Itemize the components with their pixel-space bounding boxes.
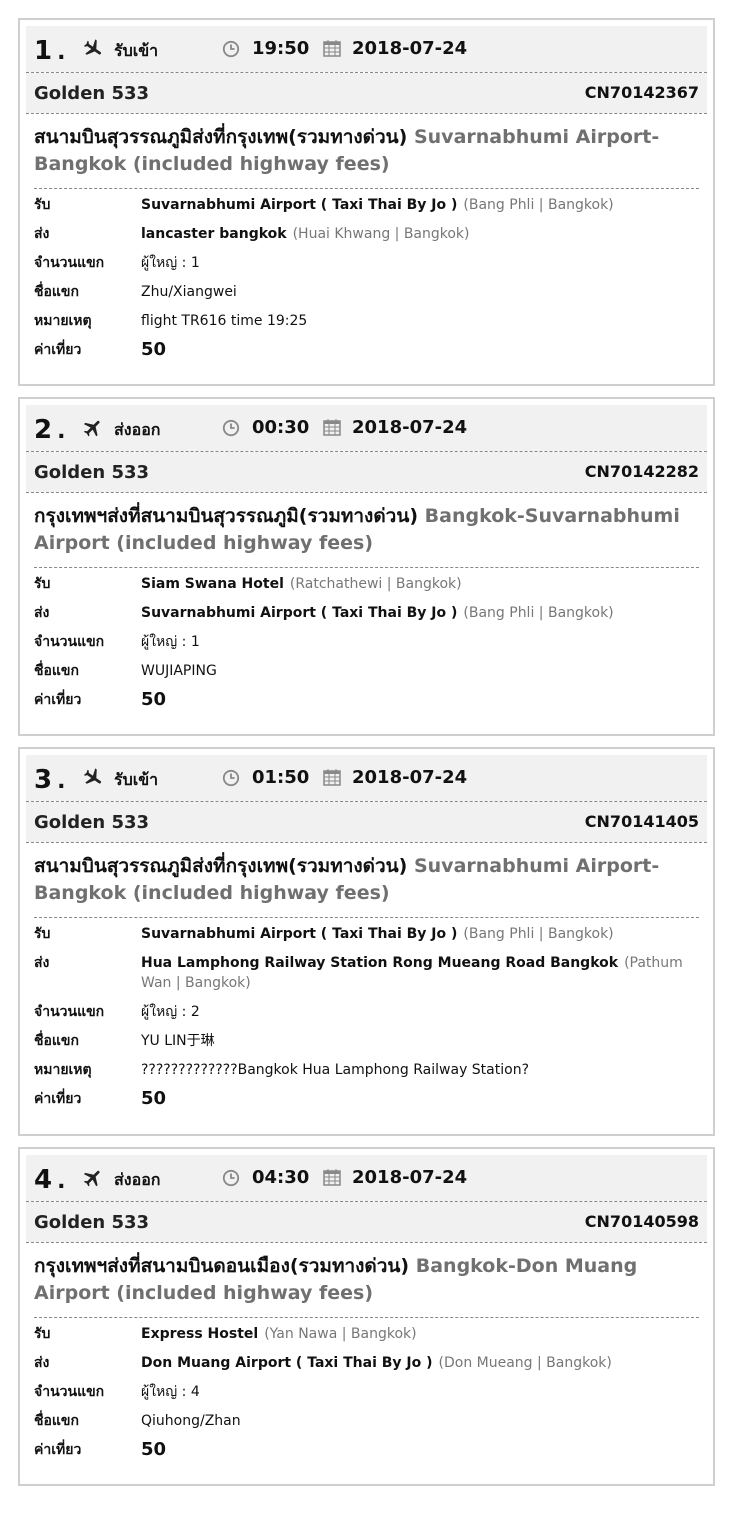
divider xyxy=(26,113,707,114)
calendar-icon xyxy=(323,769,341,786)
pickup-date: 2018-07-24 xyxy=(352,417,468,438)
pickup-row: รับ Siam Swana Hotel (Ratchathewi | Bangko… xyxy=(34,576,462,592)
booking-card: 1. รับเข้า 19:50 2018-07-24 Golden 533 C… xyxy=(18,18,715,386)
booking-details: รับ Siam Swana Hotel (Ratchathewi | Bangko… xyxy=(34,574,699,710)
route-title: กรุงเทพฯส่งที่สนามบินสุวรรณภูมิ(รวมทางด่… xyxy=(34,505,680,554)
divider xyxy=(26,1242,707,1243)
note-row: หมายเหตุ flight TR616 time 19:25 xyxy=(34,313,308,329)
booking-details: รับ Suvarnabhumi Airport ( Taxi Thai By J… xyxy=(34,195,699,360)
divider xyxy=(34,917,699,918)
note-row: หมายเหตุ ?????????????Bangkok Hua Lamphon… xyxy=(34,1062,530,1078)
passengers-row: จำนวนแขก ผู้ใหญ่ : 1 xyxy=(34,634,200,650)
calendar-icon xyxy=(323,40,341,57)
driver-name: Golden 533 xyxy=(34,812,150,833)
clock-icon xyxy=(222,419,240,437)
plane-icon xyxy=(83,768,101,784)
pickup-row: รับ Suvarnabhumi Airport ( Taxi Thai By J… xyxy=(34,197,614,213)
route-title: สนามบินสุวรรณภูมิส่งที่กรุงเทพ(รวมทางด่ว… xyxy=(34,126,660,175)
booking-header: 4. ส่งออก 04:30 2018-07-24 xyxy=(26,1155,707,1201)
driver-name: Golden 533 xyxy=(34,83,150,104)
fare-row: ค่าเที่ยว 50 xyxy=(34,689,167,710)
fare-row: ค่าเที่ยว 50 xyxy=(34,1088,167,1109)
plane-icon xyxy=(83,1170,100,1187)
divider xyxy=(26,492,707,493)
pickup-row: รับ Express Hostel (Yan Nawa | Bangkok) xyxy=(34,1326,417,1342)
booking-card: 2. ส่งออก 00:30 2018-07-24 Golden 533 CN… xyxy=(18,397,715,736)
booking-card: 4. ส่งออก 04:30 2018-07-24 Golden 533 CN… xyxy=(18,1147,715,1486)
booking-number: 1. xyxy=(34,36,67,66)
fare-row: ค่าเที่ยว 50 xyxy=(34,1439,167,1460)
clock-icon xyxy=(222,40,240,58)
passengers-row: จำนวนแขก ผู้ใหญ่ : 4 xyxy=(34,1384,200,1400)
dropoff-row: ส่ง Hua Lamphong Railway Station Rong Mue… xyxy=(34,955,683,991)
guest-row: ชื่อแขก Qiuhong/Zhan xyxy=(34,1413,241,1429)
driver-name: Golden 533 xyxy=(34,462,150,483)
booking-details: รับ Suvarnabhumi Airport ( Taxi Thai By J… xyxy=(34,924,699,1109)
booking-header: 2. ส่งออก 00:30 2018-07-24 xyxy=(26,405,707,451)
booking-code: CN70142282 xyxy=(584,462,699,481)
driver-bar: Golden 533 CN70141405 xyxy=(26,802,707,842)
pickup-time: 00:30 xyxy=(252,417,310,438)
driver-bar: Golden 533 CN70142367 xyxy=(26,73,707,113)
booking-code: CN70142367 xyxy=(584,83,699,102)
transfer-type: ส่งออก xyxy=(114,1170,161,1189)
guest-row: ชื่อแขก Zhu/Xiangwei xyxy=(34,284,237,300)
plane-icon xyxy=(83,39,101,55)
transfer-type: รับเข้า xyxy=(114,41,159,60)
pickup-date: 2018-07-24 xyxy=(352,1167,468,1188)
booking-number: 4. xyxy=(34,1165,67,1195)
booking-number: 2. xyxy=(34,415,67,445)
transfer-type: ส่งออก xyxy=(114,420,161,439)
clock-icon xyxy=(222,1169,240,1187)
route-title: สนามบินสุวรรณภูมิส่งที่กรุงเทพ(รวมทางด่ว… xyxy=(34,855,660,904)
dropoff-row: ส่ง Don Muang Airport ( Taxi Thai By Jo )… xyxy=(34,1355,612,1371)
divider xyxy=(26,842,707,843)
driver-bar: Golden 533 CN70140598 xyxy=(26,1202,707,1242)
passengers-row: จำนวนแขก ผู้ใหญ่ : 2 xyxy=(34,1004,200,1020)
booking-code: CN70141405 xyxy=(584,812,699,831)
booking-header: 1. รับเข้า 19:50 2018-07-24 xyxy=(26,26,707,72)
booking-code: CN70140598 xyxy=(584,1212,699,1231)
driver-name: Golden 533 xyxy=(34,1212,150,1233)
booking-card: 3. รับเข้า 01:50 2018-07-24 Golden 533 C… xyxy=(18,747,715,1136)
guest-row: ชื่อแขก WUJIAPING xyxy=(34,663,217,679)
booking-header: 3. รับเข้า 01:50 2018-07-24 xyxy=(26,755,707,801)
transfer-type: รับเข้า xyxy=(114,770,159,789)
calendar-icon xyxy=(323,1169,341,1186)
dropoff-row: ส่ง lancaster bangkok (Huai Khwang | Bangk… xyxy=(34,226,470,242)
pickup-time: 19:50 xyxy=(252,38,310,59)
booking-details: รับ Express Hostel (Yan Nawa | Bangkok) ส่… xyxy=(34,1324,699,1460)
passengers-row: จำนวนแขก ผู้ใหญ่ : 1 xyxy=(34,255,200,271)
pickup-time: 04:30 xyxy=(252,1167,310,1188)
fare-row: ค่าเที่ยว 50 xyxy=(34,339,167,360)
pickup-date: 2018-07-24 xyxy=(352,38,468,59)
clock-icon xyxy=(222,769,240,787)
dropoff-row: ส่ง Suvarnabhumi Airport ( Taxi Thai By J… xyxy=(34,605,614,621)
divider xyxy=(34,188,699,189)
pickup-time: 01:50 xyxy=(252,767,310,788)
guest-row: ชื่อแขก YU LIN于琳 xyxy=(34,1033,215,1049)
pickup-row: รับ Suvarnabhumi Airport ( Taxi Thai By J… xyxy=(34,926,614,942)
route-title: กรุงเทพฯส่งที่สนามบินดอนเมือง(รวมทางด่วน… xyxy=(34,1255,638,1304)
pickup-date: 2018-07-24 xyxy=(352,767,468,788)
plane-icon xyxy=(83,420,100,437)
driver-bar: Golden 533 CN70142282 xyxy=(26,452,707,492)
booking-number: 3. xyxy=(34,765,67,795)
divider xyxy=(34,567,699,568)
divider xyxy=(34,1317,699,1318)
calendar-icon xyxy=(323,419,341,436)
